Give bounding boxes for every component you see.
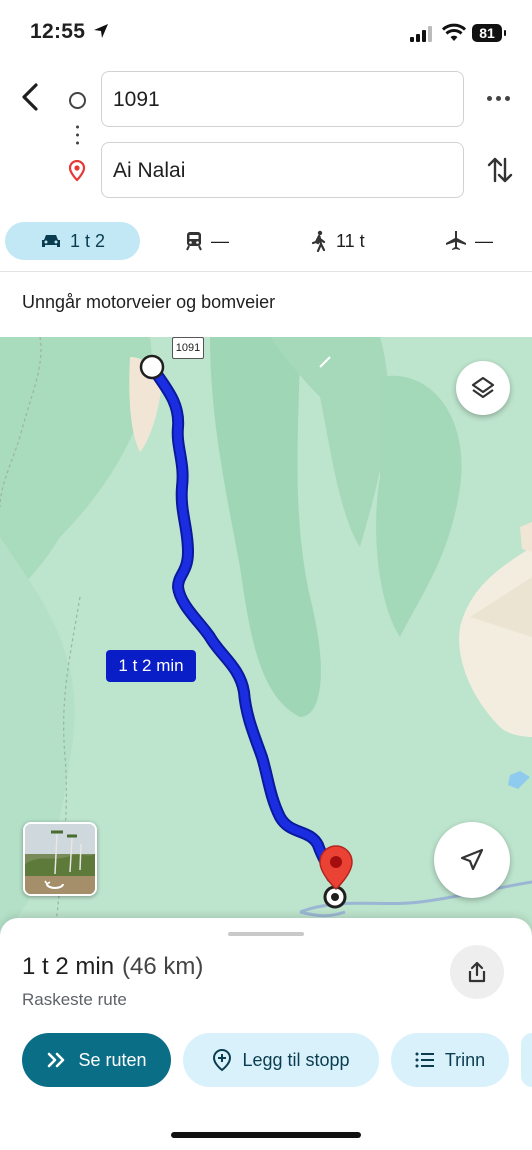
- destination-pin-icon: [68, 160, 86, 182]
- plane-icon: [446, 231, 466, 250]
- divider: [0, 271, 532, 272]
- steps-label: Trinn: [444, 1049, 486, 1070]
- more-options-icon[interactable]: [487, 96, 510, 101]
- view-route-label: Se ruten: [78, 1049, 147, 1070]
- mode-driving-tab[interactable]: 1 t 2: [5, 222, 140, 260]
- walk-icon: [311, 230, 326, 252]
- street-view-photo: [25, 824, 95, 894]
- route-options-text[interactable]: Unngår motorveier og bomveier: [22, 292, 275, 313]
- swap-icon[interactable]: [487, 155, 513, 185]
- mode-walking-tab[interactable]: 11 t: [310, 222, 365, 260]
- origin-dot-icon: [69, 92, 86, 109]
- double-chevron-icon: [48, 1052, 65, 1068]
- view-route-button[interactable]: Se ruten: [22, 1033, 171, 1087]
- steps-button[interactable]: Trinn: [391, 1033, 509, 1087]
- destination-marker-icon: [319, 845, 353, 891]
- list-icon: [415, 1052, 434, 1068]
- location-arrow-icon: [94, 24, 109, 38]
- add-location-icon: [213, 1048, 232, 1072]
- route-duration: 1 t 2 min: [22, 953, 115, 980]
- route-distance: (46 km): [122, 953, 204, 980]
- share-icon: [468, 961, 486, 983]
- status-time: 12:55: [30, 20, 109, 44]
- mode-transit-label: —: [211, 231, 229, 251]
- street-view-thumbnail[interactable]: [23, 822, 97, 896]
- car-icon: [41, 235, 60, 247]
- my-location-button[interactable]: [434, 822, 510, 898]
- mode-driving-label: 1 t 2: [69, 231, 106, 251]
- signal-icon: [410, 26, 432, 42]
- mode-flight-label: —: [475, 231, 493, 251]
- back-arrow-icon[interactable]: [18, 82, 42, 112]
- origin-input[interactable]: 1091: [101, 71, 464, 127]
- route-subtitle: Raskeste rute: [22, 990, 127, 1009]
- train-icon: [186, 232, 202, 251]
- mode-flight-tab[interactable]: —: [445, 222, 493, 260]
- battery-indicator: 81: [472, 24, 506, 42]
- add-stop-label: Legg til stopp: [242, 1049, 350, 1070]
- route-connector-dots: [76, 123, 79, 145]
- mode-walking-label: 11 t: [336, 231, 365, 251]
- share-button[interactable]: [450, 945, 504, 999]
- route-summary: 1 t 2 min (46 km): [22, 953, 203, 981]
- layers-button[interactable]: [456, 361, 510, 415]
- sheet-drag-handle[interactable]: [228, 932, 304, 936]
- route-duration-label[interactable]: 1 t 2 min: [106, 650, 196, 682]
- navigation-arrow-icon: [460, 848, 484, 871]
- add-stop-button[interactable]: Legg til stopp: [183, 1033, 379, 1087]
- wifi-icon: [442, 23, 466, 41]
- home-indicator: [171, 1132, 361, 1138]
- layers-icon: [471, 376, 495, 399]
- more-actions-chip[interactable]: [521, 1033, 532, 1087]
- destination-input[interactable]: Ai Nalai: [101, 142, 464, 198]
- mode-transit-tab[interactable]: —: [185, 222, 229, 260]
